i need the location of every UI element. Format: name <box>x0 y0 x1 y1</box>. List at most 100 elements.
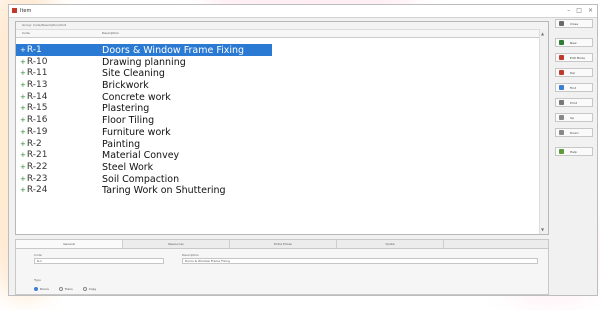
vertical-scrollbar[interactable]: ▲ ▼ <box>539 29 548 234</box>
radio-label: Trans <box>64 287 73 291</box>
row-description: Drawing planning <box>102 56 186 68</box>
row-code-text: R-14 <box>26 91 48 102</box>
expand-icon[interactable]: + <box>20 128 26 136</box>
row-code-text: R-23 <box>26 173 48 184</box>
expand-icon[interactable]: + <box>20 186 26 194</box>
row-description: Concrete work <box>102 91 171 103</box>
new-button[interactable]: New <box>555 38 593 47</box>
column-header-description[interactable]: Description <box>102 31 119 35</box>
row-code: +R-19 <box>20 127 47 137</box>
expand-icon[interactable]: + <box>20 151 26 159</box>
column-header-code[interactable]: Code <box>22 31 30 35</box>
table-row[interactable]: +R-2 Painting <box>16 138 539 150</box>
table-row[interactable]: +R-16 Floor Tiling <box>16 114 539 126</box>
row-description: Taring Work on Shuttering <box>102 185 226 197</box>
table-row[interactable]: +R-22 Steel Work <box>16 161 539 173</box>
type-radio-group: Doors Trans Copy <box>34 287 96 291</box>
row-code-text: R-2 <box>26 138 42 149</box>
button-icon <box>559 100 564 105</box>
button-icon <box>559 40 564 45</box>
table-row[interactable]: +R-1 Doors & Window Frame Fixing <box>16 44 539 56</box>
scroll-up-icon[interactable]: ▲ <box>541 31 544 36</box>
button-icon <box>559 130 564 135</box>
table-row[interactable]: +R-24 Taring Work on Shuttering <box>16 184 539 196</box>
row-code-text: R-10 <box>26 56 48 67</box>
row-description: Painting <box>102 138 141 150</box>
down-button[interactable]: Down <box>555 128 593 137</box>
expand-icon[interactable]: + <box>20 58 26 66</box>
row-code-text: R-1 <box>26 45 42 55</box>
table-row[interactable]: +R-23 Soil Compaction <box>16 173 539 185</box>
expand-icon[interactable]: + <box>20 69 26 77</box>
app-icon <box>12 8 17 13</box>
expand-icon[interactable]: + <box>20 163 26 171</box>
row-code-text: R-13 <box>26 80 48 91</box>
row-code: +R-10 <box>20 57 47 67</box>
table-row[interactable]: +R-15 Plastering <box>16 102 539 114</box>
find-button[interactable]: Find <box>555 83 593 92</box>
scroll-down-icon[interactable]: ▼ <box>541 227 544 232</box>
tab-resources[interactable]: Resources <box>123 240 230 248</box>
expand-icon[interactable]: + <box>20 104 26 112</box>
expand-icon[interactable]: + <box>20 175 26 183</box>
row-code-text: R-11 <box>26 68 48 79</box>
button-label: Down <box>570 131 579 135</box>
description-label: Description <box>182 253 200 257</box>
group-label: Group: Code/Description/Unit <box>22 23 66 27</box>
print-button[interactable]: Print <box>555 98 593 107</box>
expand-icon[interactable]: + <box>20 46 26 54</box>
row-code: +R-22 <box>20 162 47 172</box>
table-row[interactable]: +R-10 Drawing planning <box>16 56 539 68</box>
row-code: +R-14 <box>20 92 47 102</box>
row-description: Soil Compaction <box>102 173 180 185</box>
close-icon[interactable]: × <box>588 7 593 14</box>
button-label: Close <box>570 22 579 26</box>
detail-panel: General Resources Extra Prices Quote Cod… <box>15 239 549 295</box>
row-code: +R-13 <box>20 80 47 90</box>
button-label: Help <box>570 150 577 154</box>
table-row[interactable]: +R-21 Material Convey <box>16 149 539 161</box>
button-label: Find <box>570 86 577 90</box>
del-button[interactable]: Del <box>555 68 593 77</box>
row-description: Brickwork <box>102 80 149 92</box>
tab-quote[interactable]: Quote <box>337 240 444 248</box>
row-code: +R-21 <box>20 150 47 160</box>
row-description: Steel Work <box>102 161 154 173</box>
window-controls: – □ × <box>567 7 593 14</box>
table-row[interactable]: +R-14 Concrete work <box>16 91 539 103</box>
group-header: Group: Code/Description/Unit <box>16 22 548 30</box>
radio-copy[interactable]: Copy <box>82 287 96 291</box>
help-button[interactable]: Help <box>555 147 593 156</box>
radio-dot-icon <box>58 287 63 291</box>
close-button[interactable]: Close <box>555 19 593 28</box>
row-code-text: R-24 <box>26 185 48 196</box>
tab-extra-prices[interactable]: Extra Prices <box>230 240 337 248</box>
maximize-icon[interactable]: □ <box>576 7 582 14</box>
table-row[interactable]: +R-19 Furniture work <box>16 126 539 138</box>
radio-doors[interactable]: Doors <box>34 287 49 291</box>
minimize-icon[interactable]: – <box>567 7 570 14</box>
expand-icon[interactable]: + <box>20 140 26 148</box>
button-icon <box>559 149 564 154</box>
row-description: Furniture work <box>102 126 171 138</box>
table-row[interactable]: +R-13 Brickwork <box>16 79 539 91</box>
row-description: Site Cleaning <box>102 68 165 80</box>
expand-icon[interactable]: + <box>20 93 26 101</box>
button-icon <box>559 21 564 26</box>
radio-trans[interactable]: Trans <box>58 287 73 291</box>
button-icon <box>559 115 564 120</box>
edit-mode-button[interactable]: Edit Mode <box>555 53 593 62</box>
items-tree-grid: Group: Code/Description/Unit Code Descri… <box>15 21 549 235</box>
expand-icon[interactable]: + <box>20 81 26 89</box>
description-field[interactable]: Doors & Window Frame Fixing <box>182 258 538 264</box>
row-code: +R-16 <box>20 115 47 125</box>
window-title: Item <box>20 8 32 14</box>
tab-general[interactable]: General <box>16 240 123 248</box>
detail-tabs: General Resources Extra Prices Quote <box>16 240 548 249</box>
expand-icon[interactable]: + <box>20 116 26 124</box>
code-field[interactable]: R-1 <box>34 258 164 264</box>
up-button[interactable]: Up <box>555 113 593 122</box>
radio-dot-icon <box>34 287 38 291</box>
row-code-text: R-21 <box>26 150 48 161</box>
table-row[interactable]: +R-11 Site Cleaning <box>16 67 539 79</box>
